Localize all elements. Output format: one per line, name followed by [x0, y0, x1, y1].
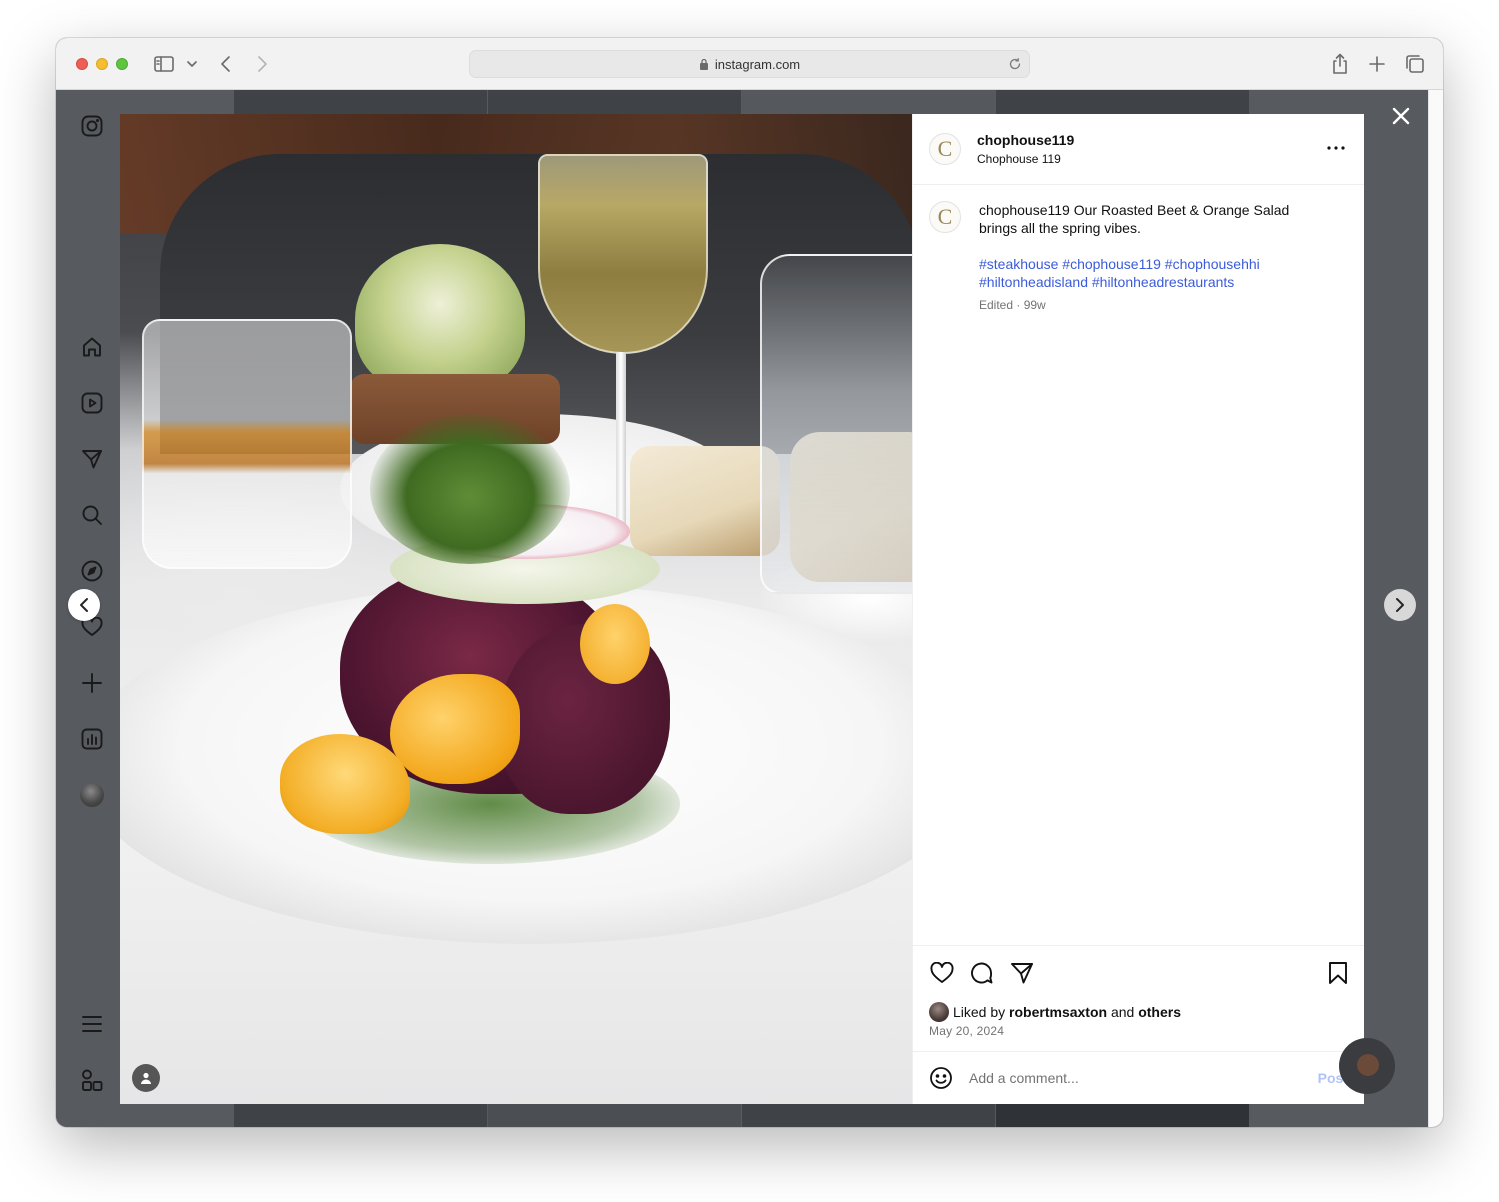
- caption-meta: Edited · 99w: [979, 298, 1046, 312]
- background-post-tile: [234, 90, 487, 114]
- explore-icon[interactable]: [80, 559, 104, 583]
- photo-orange: [580, 604, 650, 684]
- post-date: May 20, 2024: [929, 1024, 1005, 1038]
- more-options-icon[interactable]: [1324, 136, 1348, 160]
- background-post-tile: [742, 1104, 995, 1127]
- photo-water-glass: [760, 254, 912, 594]
- post-photo[interactable]: [120, 114, 912, 1104]
- reload-icon[interactable]: [1007, 56, 1023, 72]
- tab-overview-icon[interactable]: [1403, 52, 1427, 76]
- photo-back-dish: [355, 244, 525, 394]
- sidebar-toggle-icon[interactable]: [152, 52, 176, 76]
- account-avatar[interactable]: C: [929, 133, 961, 165]
- post-caption: chophouse119 Our Roasted Beet & Orange S…: [979, 201, 1319, 314]
- post-details-panel: C chophouse119 Chophouse 119 C chophouse…: [912, 114, 1364, 1104]
- post-header: C chophouse119 Chophouse 119: [913, 114, 1364, 185]
- account-display-name[interactable]: Chophouse 119: [977, 152, 1061, 166]
- back-icon[interactable]: [214, 52, 238, 76]
- background-post-tile: [488, 1104, 741, 1127]
- address-bar[interactable]: instagram.com: [469, 50, 1030, 78]
- previous-post-button[interactable]: [68, 589, 100, 621]
- page-scrollbar[interactable]: [1428, 90, 1443, 1127]
- lock-icon: [699, 58, 708, 70]
- liked-others[interactable]: others: [1138, 1004, 1181, 1020]
- comment-icon[interactable]: [969, 960, 995, 986]
- messages-icon[interactable]: [80, 447, 104, 471]
- browser-window: instagram.com C chophouse119 Chophouse 1…: [56, 38, 1443, 1127]
- chevron-down-icon[interactable]: [182, 52, 202, 76]
- liked-prefix: Liked by: [953, 1004, 1006, 1020]
- page-content: C chophouse119 Chophouse 119 C chophouse…: [56, 90, 1428, 1127]
- share-post-icon[interactable]: [1009, 960, 1035, 986]
- caption-avatar[interactable]: C: [929, 201, 961, 233]
- background-post-tile: [488, 90, 741, 114]
- chevron-left-icon: [80, 598, 88, 612]
- profile-avatar[interactable]: [80, 783, 104, 807]
- instagram-logo-icon[interactable]: [80, 114, 104, 138]
- photo-wine-glass: [538, 154, 708, 354]
- post-actions: Liked by robertmsaxton and others May 20…: [913, 945, 1364, 1051]
- liker-avatar[interactable]: [929, 1002, 949, 1022]
- photo-whiskey-glass: [142, 319, 352, 569]
- new-tab-icon[interactable]: [1365, 52, 1389, 76]
- emoji-icon[interactable]: [929, 1066, 953, 1090]
- background-post-tile: [996, 1104, 1249, 1127]
- caption-username[interactable]: chophouse119: [979, 202, 1070, 218]
- tagged-users-button[interactable]: [132, 1064, 160, 1092]
- forward-icon[interactable]: [250, 52, 274, 76]
- background-post-tile: [234, 1104, 487, 1127]
- zoom-window-button[interactable]: [116, 58, 128, 70]
- home-icon[interactable]: [80, 335, 104, 359]
- also-from-meta-icon[interactable]: [80, 1068, 104, 1092]
- photo-bread: [630, 446, 780, 556]
- like-icon[interactable]: [929, 960, 955, 986]
- menu-icon[interactable]: [80, 1012, 104, 1036]
- close-icon[interactable]: [1389, 104, 1413, 128]
- reels-icon[interactable]: [80, 391, 104, 415]
- save-bookmark-icon[interactable]: [1325, 960, 1351, 986]
- background-post-tile: [742, 90, 995, 114]
- comment-bar: Post: [913, 1051, 1364, 1104]
- background-post-tile: [996, 90, 1249, 114]
- messages-bubble[interactable]: [1339, 1038, 1395, 1094]
- next-post-button[interactable]: [1384, 589, 1416, 621]
- browser-toolbar: instagram.com: [56, 38, 1443, 90]
- close-window-button[interactable]: [76, 58, 88, 70]
- comment-input[interactable]: [969, 1070, 1289, 1086]
- dashboard-icon[interactable]: [80, 727, 104, 751]
- caption-hashtags[interactable]: #steakhouse #chophouse119 #chophousehhi …: [979, 255, 1319, 291]
- photo-herbs: [370, 414, 570, 564]
- chevron-right-icon: [1396, 598, 1404, 612]
- liked-username[interactable]: robertmsaxton: [1009, 1004, 1107, 1020]
- minimize-window-button[interactable]: [96, 58, 108, 70]
- share-icon[interactable]: [1328, 52, 1352, 76]
- messages-avatar: [1357, 1054, 1379, 1076]
- account-username[interactable]: chophouse119: [977, 132, 1074, 148]
- liked-by-line: Liked by robertmsaxton and others: [929, 1002, 1181, 1022]
- photo-wine-stem: [616, 352, 626, 532]
- user-icon: [141, 1072, 151, 1084]
- create-icon[interactable]: [80, 671, 104, 695]
- address-url: instagram.com: [714, 56, 801, 72]
- liked-and: and: [1110, 1004, 1135, 1020]
- search-icon[interactable]: [80, 503, 104, 527]
